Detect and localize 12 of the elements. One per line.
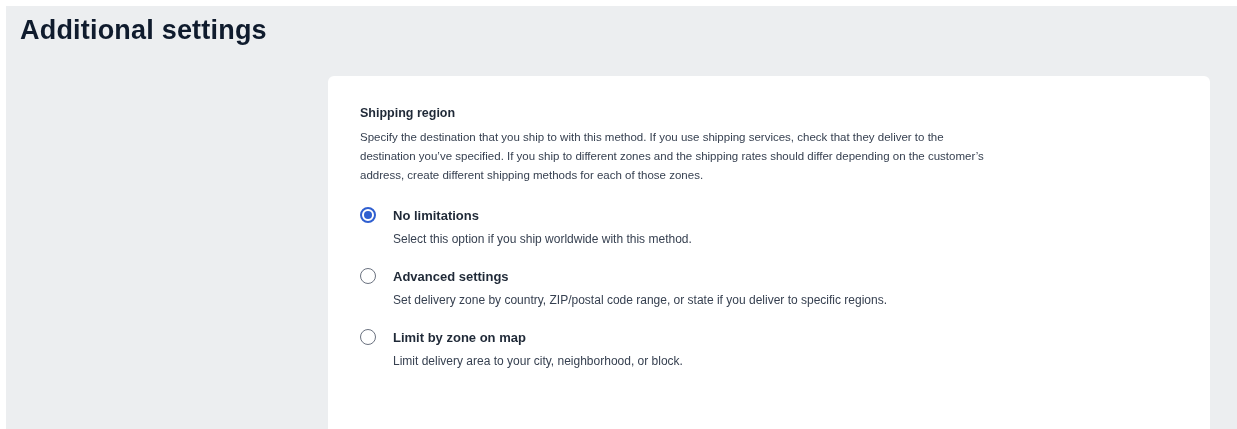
option-label[interactable]: Advanced settings bbox=[393, 268, 509, 284]
radio-button[interactable] bbox=[360, 207, 376, 223]
radio-button[interactable] bbox=[360, 329, 376, 345]
option-hint: Select this option if you ship worldwide with this method. bbox=[393, 232, 693, 246]
option-hint: Limit delivery area to your city, neighborhood, or block. bbox=[393, 354, 684, 368]
section-heading: Shipping region bbox=[360, 106, 457, 120]
option-label[interactable]: Limit by zone on map bbox=[393, 329, 526, 345]
page-title: Additional settings bbox=[20, 14, 268, 46]
option-hint: Set delivery zone by country, ZIP/postal code range, or state if you deliver to specific regions. bbox=[393, 293, 889, 307]
radio-button[interactable] bbox=[360, 268, 376, 284]
option-label[interactable]: No limitations bbox=[393, 207, 479, 223]
section-description: Specify the destination that you ship to with this method. If you use shipping services, check that they deliver to the destination you’ve specified. If you ship to different zones and the shipping rates should differ depending on the customer’s address, create different shipping methods for each of those zones. bbox=[360, 130, 985, 183]
